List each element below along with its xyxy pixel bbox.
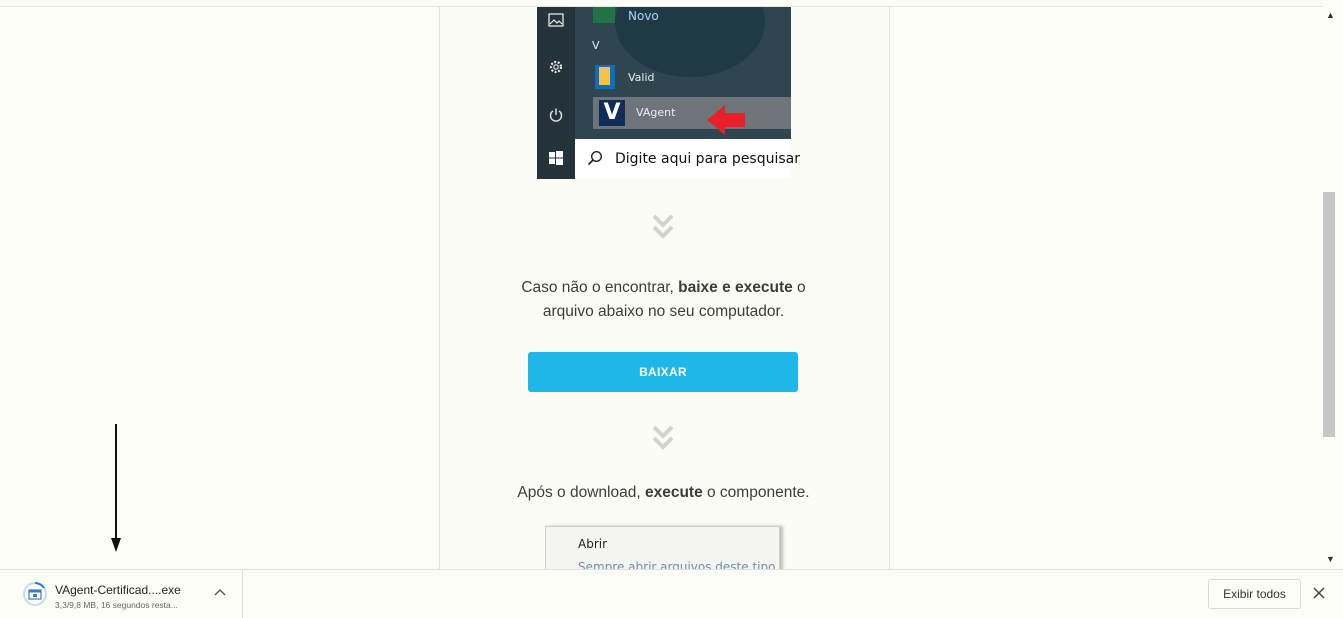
item-vagent[interactable]: V VAgent [593,97,791,129]
search-icon [587,150,603,166]
start-menu-rail [537,7,575,179]
after-suffix: o componente. [702,484,810,501]
download-status: 3,3/9,8 MB, 16 segundos resta... [55,600,178,610]
letter-v-header: V [592,39,600,52]
windows-icon [546,150,566,170]
gear-icon [546,59,566,79]
instruction-paragraph: Caso não o encontrar, baixe e execute o … [439,276,888,324]
item-vagent-label: VAgent [636,106,676,119]
close-icon[interactable] [1312,586,1326,600]
instruction-suffix: o [792,279,806,296]
scroll-up-arrow[interactable]: ▲ [1326,10,1335,20]
start-menu-screenshot: Novo V Valid V VAgent Digite aqui para p… [537,7,800,179]
taskbar-search-box[interactable]: Digite aqui para pesquisar [575,139,800,179]
power-icon [546,107,566,127]
folder-tile [595,65,615,89]
image-icon [546,13,566,33]
scrollbar-thumb[interactable] [1323,192,1335,437]
start-menu-list: Novo V Valid V VAgent [575,7,791,139]
instruction-line2: arquivo abaixo no seu computador. [542,303,785,320]
chevron-up-icon[interactable] [212,585,228,601]
download-bar: VAgent-Certificad....exe 3,3/9,8 MB, 16 … [0,569,1343,618]
annotation-arrow-icon [111,424,121,552]
context-menu-open: Abrir [578,537,608,551]
file-icon [23,582,47,606]
after-bold: execute [644,484,703,501]
scroll-down-arrow[interactable]: ▼ [1326,554,1335,564]
context-menu-screenshot: Abrir Sempre abrir arquivos deste tipo [545,526,780,572]
download-item[interactable]: VAgent-Certificad....exe 3,3/9,8 MB, 16 … [12,570,243,618]
download-file-name: VAgent-Certificad....exe [55,583,181,597]
show-all-button[interactable]: Exibir todos [1208,579,1301,609]
instruction-bold: baixe e execute [678,279,793,296]
after-prefix: Após o download, [517,484,645,501]
chevron-double-down-icon [652,214,674,239]
chevron-double-down-icon [652,425,674,450]
excel-tile-icon [593,7,615,23]
vagent-logo-icon: V [599,100,625,126]
instruction-prefix: Caso não o encontrar, [521,279,679,296]
red-arrow-icon [707,105,745,135]
item-valid[interactable]: Valid [628,71,655,84]
download-button[interactable]: BAIXAR [528,352,798,392]
after-download-paragraph: Após o download, execute o componente. [439,484,888,502]
search-placeholder: Digite aqui para pesquisar [615,151,801,167]
tile-novo-label: Novo [628,9,659,23]
